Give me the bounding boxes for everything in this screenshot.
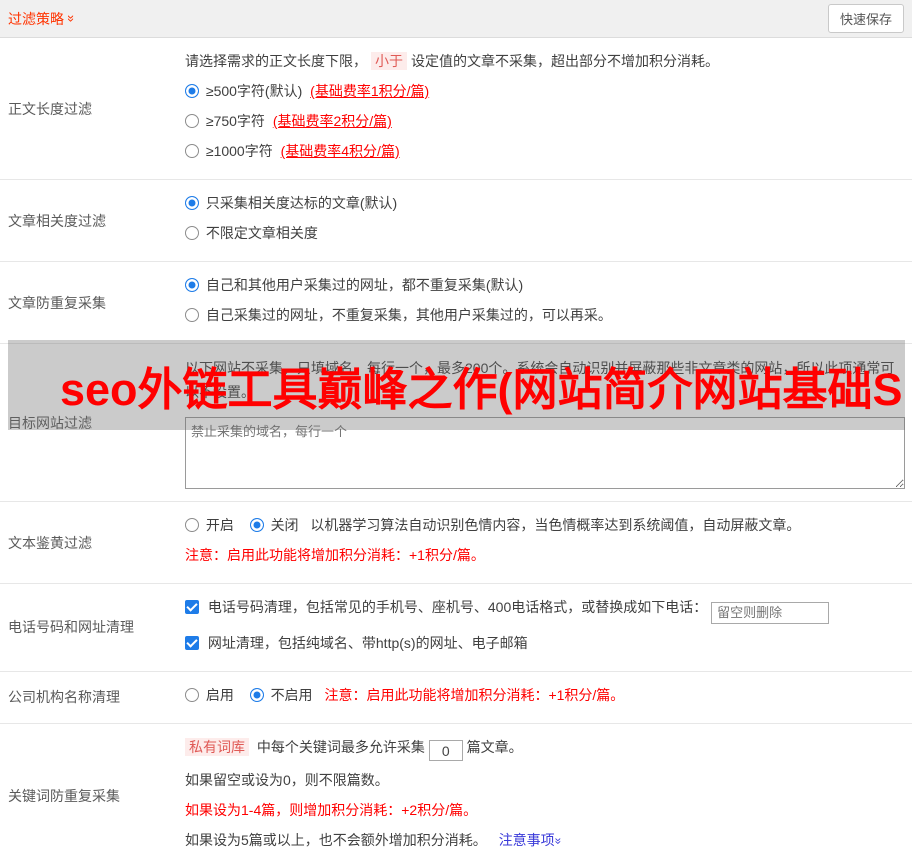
chevron-down-icon: » bbox=[552, 838, 564, 845]
checkbox-url-clean[interactable] bbox=[185, 636, 199, 650]
radio-porn-off[interactable] bbox=[250, 518, 264, 532]
row-label-company-clean: 公司机构名称清理 bbox=[0, 672, 185, 723]
option-label[interactable]: 不限定文章相关度 bbox=[206, 225, 318, 241]
radio-porn-on[interactable] bbox=[185, 518, 199, 532]
row-company-clean: 公司机构名称清理 启用 不启用 注意：启用此功能将增加积分消耗：+1积分/篇。 bbox=[0, 672, 912, 724]
private-lexicon-chip[interactable]: 私有词库 bbox=[185, 738, 249, 756]
porn-filter-note: 注意：启用此功能将增加积分消耗：+1积分/篇。 bbox=[185, 544, 904, 566]
row-body-length: 正文长度过滤 请选择需求的正文长度下限，小于设定值的文章不采集，超出部分不增加积… bbox=[0, 38, 912, 180]
row-dedup: 文章防重复采集 自己和其他用户采集过的网址，都不重复采集(默认) 自己采集过的网… bbox=[0, 262, 912, 344]
radio-relevance-only[interactable] bbox=[185, 196, 199, 210]
porn-filter-desc: 以机器学习算法自动识别色情内容，当色情概率达到系统阈值，自动屏蔽文章。 bbox=[310, 517, 800, 533]
row-label-dedup: 文章防重复采集 bbox=[0, 262, 185, 343]
radio-company-on[interactable] bbox=[185, 688, 199, 702]
option-label[interactable]: ≥1000字符 bbox=[206, 143, 273, 159]
row-label-target-site: 目标网站过滤 bbox=[0, 344, 185, 501]
row-phone-url-clean: 电话号码和网址清理 电话号码清理，包括常见的手机号、座机号、400电话格式，或替… bbox=[0, 584, 912, 672]
replacement-phone-input[interactable] bbox=[711, 602, 829, 624]
option-500-chars: ≥500字符(默认) (基础费率1积分/篇) bbox=[185, 80, 904, 102]
keyword-note-cost: 如果设为1-4篇，则增加积分消耗：+2积分/篇。 bbox=[185, 799, 904, 821]
radio-relevance-any[interactable] bbox=[185, 226, 199, 240]
option-label[interactable]: 自己采集过的网址，不重复采集，其他用户采集过的，可以再采。 bbox=[206, 307, 612, 323]
row-target-site: 目标网站过滤 以下网站不采集，只填域名，每行一个，最多200个。系统会自动识别并… bbox=[0, 344, 912, 502]
row-label-keyword-dedup: 关键词防重复采集 bbox=[0, 724, 185, 868]
page-title[interactable]: 过滤策略 » bbox=[8, 9, 75, 29]
row-label-phone-url-clean: 电话号码和网址清理 bbox=[0, 584, 185, 671]
radio-500-chars[interactable] bbox=[185, 84, 199, 98]
radio-750-chars[interactable] bbox=[185, 114, 199, 128]
option-label[interactable]: 只采集相关度达标的文章(默认) bbox=[206, 195, 397, 211]
radio-1000-chars[interactable] bbox=[185, 144, 199, 158]
row-keyword-dedup: 关键词防重复采集 私有词库 中每个关键词最多允许采集 篇文章。 如果留空或设为0… bbox=[0, 724, 912, 868]
url-clean-label[interactable]: 网址清理，包括纯域名、带http(s)的网址、电子邮箱 bbox=[208, 635, 528, 651]
notes-link[interactable]: 注意事项» bbox=[499, 832, 562, 848]
phone-clean-line: 电话号码清理，包括常见的手机号、座机号、400电话格式，或替换成如下电话： bbox=[185, 596, 904, 624]
radio-dedup-all[interactable] bbox=[185, 278, 199, 292]
option-label[interactable]: ≥750字符 bbox=[206, 113, 265, 129]
option-label[interactable]: 启用 bbox=[206, 687, 234, 703]
row-label-relevance: 文章相关度过滤 bbox=[0, 180, 185, 261]
max-articles-input[interactable] bbox=[429, 740, 463, 761]
header-bar: 过滤策略 » 快速保存 bbox=[0, 0, 912, 38]
keyword-note-unlimited: 如果留空或设为0，则不限篇数。 bbox=[185, 769, 904, 791]
company-clean-note: 注意：启用此功能将增加积分消耗：+1积分/篇。 bbox=[324, 687, 624, 703]
porn-filter-options: 开启 关闭 以机器学习算法自动识别色情内容，当色情概率达到系统阈值，自动屏蔽文章… bbox=[185, 514, 904, 536]
target-site-desc: 以下网站不采集，只填域名，每行一个，最多200个。系统会自动识别并屏蔽那些非文章… bbox=[185, 356, 907, 404]
row-porn-filter: 文本鉴黄过滤 开启 关闭 以机器学习算法自动识别色情内容，当色情概率达到系统阈值… bbox=[0, 502, 912, 584]
row-label-porn-filter: 文本鉴黄过滤 bbox=[0, 502, 185, 583]
option-dedup-own: 自己采集过的网址，不重复采集，其他用户采集过的，可以再采。 bbox=[185, 304, 904, 326]
company-clean-options: 启用 不启用 注意：启用此功能将增加积分消耗：+1积分/篇。 bbox=[185, 684, 904, 706]
option-label[interactable]: 不启用 bbox=[271, 687, 313, 703]
option-label[interactable]: 开启 bbox=[206, 517, 234, 533]
checkbox-phone-clean[interactable] bbox=[185, 600, 199, 614]
cost-note: (基础费率1积分/篇) bbox=[310, 83, 429, 99]
cost-note: (基础费率2积分/篇) bbox=[273, 113, 392, 129]
option-750-chars: ≥750字符 (基础费率2积分/篇) bbox=[185, 110, 904, 132]
radio-company-off[interactable] bbox=[250, 688, 264, 702]
keyword-limit-line: 私有词库 中每个关键词最多允许采集 篇文章。 bbox=[185, 736, 904, 762]
radio-dedup-own[interactable] bbox=[185, 308, 199, 322]
row-label-body-length: 正文长度过滤 bbox=[0, 38, 185, 179]
url-clean-line: 网址清理，包括纯域名、带http(s)的网址、电子邮箱 bbox=[185, 632, 904, 654]
quick-save-button[interactable]: 快速保存 bbox=[828, 4, 904, 33]
row-relevance: 文章相关度过滤 只采集相关度达标的文章(默认) 不限定文章相关度 bbox=[0, 180, 912, 262]
body-length-intro: 请选择需求的正文长度下限，小于设定值的文章不采集，超出部分不增加积分消耗。 bbox=[185, 50, 904, 72]
chevron-down-icon: » bbox=[65, 15, 78, 22]
page-title-text: 过滤策略 bbox=[8, 9, 64, 29]
option-dedup-all: 自己和其他用户采集过的网址，都不重复采集(默认) bbox=[185, 274, 904, 296]
option-label[interactable]: 关闭 bbox=[271, 517, 299, 533]
less-than-chip: 小于 bbox=[371, 52, 407, 70]
keyword-note-five: 如果设为5篇或以上，也不会额外增加积分消耗。 注意事项» bbox=[185, 829, 904, 851]
option-label[interactable]: ≥500字符(默认) bbox=[206, 83, 302, 99]
option-relevance-any: 不限定文章相关度 bbox=[185, 222, 904, 244]
blocked-domains-textarea[interactable] bbox=[185, 417, 905, 489]
cost-note: (基础费率4积分/篇) bbox=[281, 143, 400, 159]
option-1000-chars: ≥1000字符 (基础费率4积分/篇) bbox=[185, 140, 904, 162]
phone-clean-label[interactable]: 电话号码清理，包括常见的手机号、座机号、400电话格式，或替换成如下电话： bbox=[208, 599, 707, 615]
option-label[interactable]: 自己和其他用户采集过的网址，都不重复采集(默认) bbox=[206, 277, 523, 293]
option-relevance-only: 只采集相关度达标的文章(默认) bbox=[185, 192, 904, 214]
